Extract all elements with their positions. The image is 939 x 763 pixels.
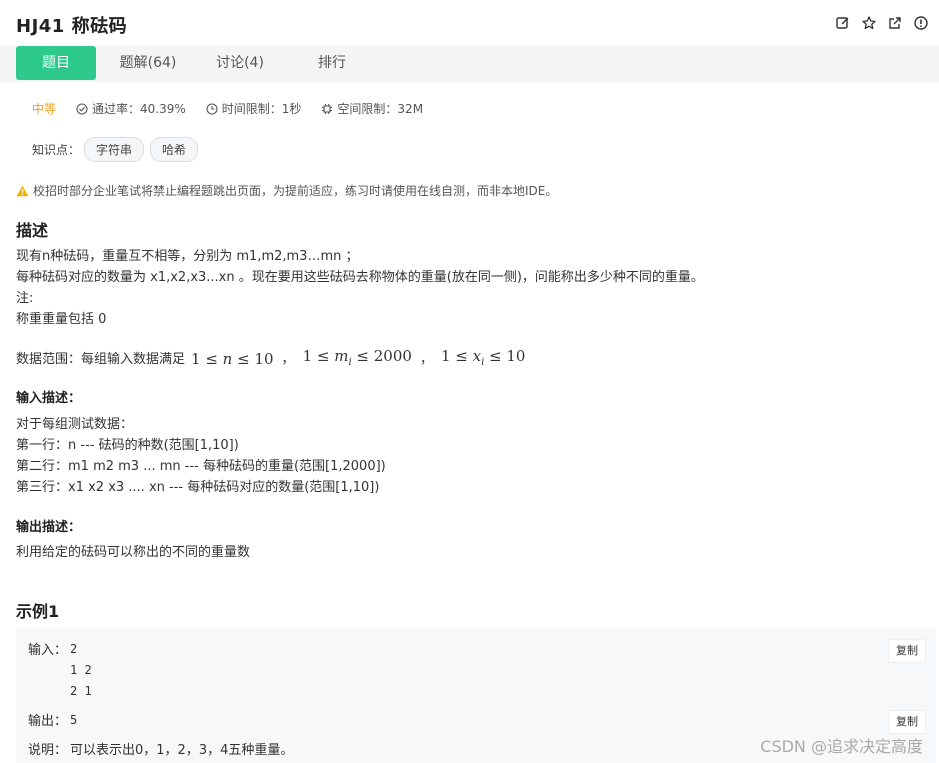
warning-icon <box>16 185 29 196</box>
watermark: CSDN @追求决定高度 <box>760 737 923 756</box>
difficulty-badge: 中等 <box>32 102 57 116</box>
input-desc-line: 第二行：m1 m2 m3 ... mn --- 每种砝码的重量(范围[1,200… <box>16 459 386 474</box>
tag-string[interactable]: 字符串 <box>84 137 145 162</box>
description-heading: 描述 <box>16 221 49 240</box>
pass-rate: 通过率：40.39% <box>92 102 186 116</box>
input-desc-heading: 输入描述： <box>16 391 82 406</box>
page-title: HJ41 称砝码 <box>16 16 128 37</box>
output-desc-heading: 输出描述： <box>16 520 82 535</box>
problem-header: HJ41 称砝码 <box>0 0 939 46</box>
example-explain: 可以表示出0，1，2，3，4五种重量。 <box>70 743 294 758</box>
description-line: 称重重量包括 0 <box>16 312 107 327</box>
tab-solutions[interactable]: 题解(64) <box>110 46 186 80</box>
copy-output-button[interactable]: 复制 <box>888 710 926 734</box>
tag-hash[interactable]: 哈希 <box>150 137 199 162</box>
notice-bar: 校招时部分企业笔试将禁止编程题跳出页面，为提前适应，练习时请使用在线自测，而非本… <box>16 182 557 199</box>
example-input[interactable]: 2 1 2 2 1 <box>70 639 92 702</box>
copy-input-button[interactable]: 复制 <box>888 639 926 663</box>
star-icon[interactable] <box>861 15 877 31</box>
tab-ranking[interactable]: 排行 <box>300 46 364 80</box>
range-m: 1 ≤ mi ≤ 2000 <box>302 347 412 368</box>
example-output[interactable]: 5 <box>70 710 77 731</box>
example-input-label: 输入： <box>28 643 68 658</box>
edit-icon[interactable] <box>835 15 851 31</box>
data-range: 数据范围：每组输入数据满足 1 ≤ n ≤ 10 ， 1 ≤ mi ≤ 2000… <box>16 346 525 373</box>
knowledge-tags: 知识点： 字符串 哈希 <box>32 137 199 162</box>
chip-icon <box>322 103 333 114</box>
range-separator: ， <box>281 352 295 367</box>
description-line: 每种砝码对应的数量为 x1,x2,x3...xn 。现在要用这些砝码去称物体的重… <box>16 270 704 285</box>
tab-problem[interactable]: 题目 <box>16 46 96 80</box>
memory-limit: 空间限制：32M <box>337 102 424 116</box>
tab-discussion[interactable]: 讨论(4) <box>204 46 276 80</box>
example-explain-label: 说明： <box>28 743 68 758</box>
input-desc-line: 第三行：x1 x2 x3 .... xn --- 每种砝码对应的数量(范围[1,… <box>16 480 380 495</box>
time-limit: 时间限制：1秒 <box>221 102 302 116</box>
knowledge-label: 知识点： <box>32 143 81 157</box>
notice-text: 校招时部分企业笔试将禁止编程题跳出页面，为提前适应，练习时请使用在线自测，而非本… <box>33 184 558 198</box>
description-body: 现有n种砝码，重量互不相等，分别为 m1,m2,m3…mn ； 每种砝码对应的数… <box>16 246 704 330</box>
problem-meta: 中等 通过率：40.39% 时间限制：1秒 空间限制：32M <box>32 100 443 117</box>
description-line: 注: <box>16 291 34 306</box>
input-desc-line: 第一行：n --- 砝码的种数(范围[1,10]) <box>16 438 239 453</box>
data-range-label: 数据范围：每组输入数据满足 <box>16 352 186 367</box>
output-desc-text: 利用给定的砝码可以称出的不同的重量数 <box>16 545 251 560</box>
description-line: 现有n种砝码，重量互不相等，分别为 m1,m2,m3…mn ； <box>16 249 359 264</box>
range-n: 1 ≤ n ≤ 10 <box>191 350 274 368</box>
report-icon[interactable] <box>913 15 929 31</box>
example-heading: 示例1 <box>16 602 60 621</box>
range-x: 1 ≤ xi ≤ 10 <box>440 347 526 368</box>
input-desc-line: 对于每组测试数据： <box>16 417 134 432</box>
clock-icon <box>206 102 218 115</box>
share-icon[interactable] <box>887 15 903 31</box>
example-output-label: 输出： <box>28 714 68 729</box>
range-separator: ， <box>419 352 433 367</box>
problem-tabs: 题目 题解(64) 讨论(4) 排行 <box>0 46 939 82</box>
input-desc-body: 对于每组测试数据： 第一行：n --- 砝码的种数(范围[1,10]) 第二行：… <box>16 414 386 498</box>
check-circle-icon <box>76 102 88 115</box>
